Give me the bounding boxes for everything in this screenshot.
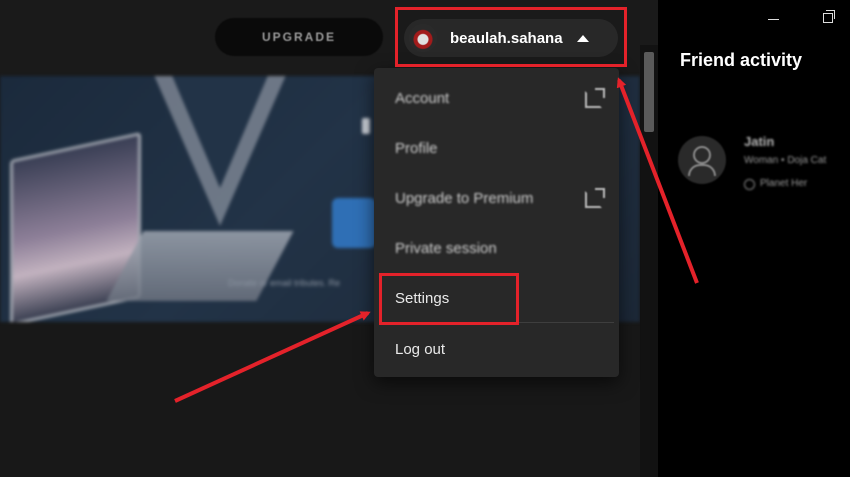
arrow-to-user-menu: [616, 77, 699, 284]
arrow-to-settings: [174, 311, 371, 403]
annotation-arrows: [174, 77, 699, 403]
